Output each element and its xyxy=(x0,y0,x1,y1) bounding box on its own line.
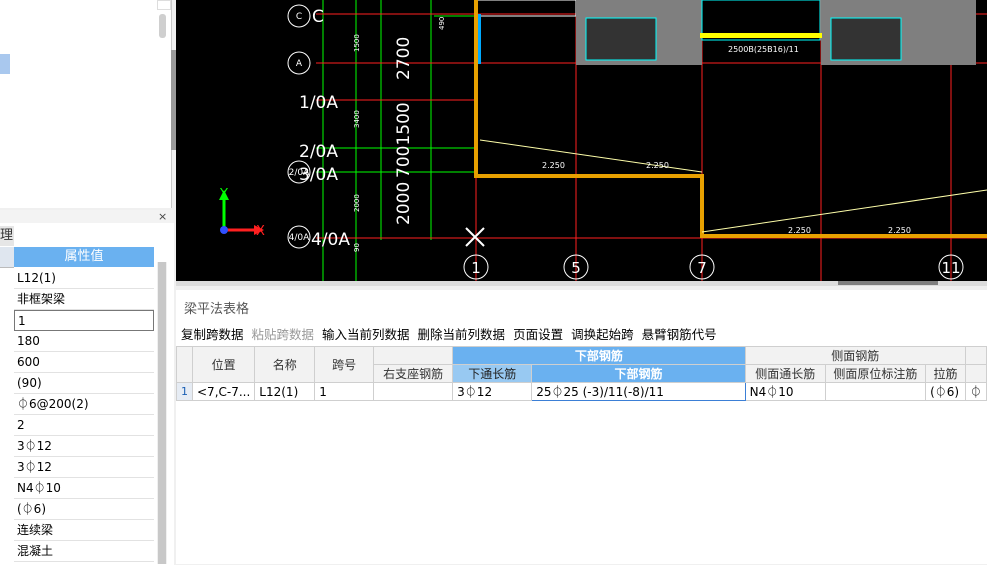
toolbar-button[interactable]: 输入当前列数据 xyxy=(322,324,410,342)
room-blocks xyxy=(475,0,976,65)
toolbar-button[interactable]: 粘贴跨数据 xyxy=(252,324,315,342)
axis-number-label: 5 xyxy=(571,259,581,277)
beam-grid: 位置 名称 跨号 下部钢筋 侧面钢筋 右支座钢筋 下通长筋 下部钢筋 侧面通长筋… xyxy=(176,346,987,404)
col-group-bottom-rebar[interactable]: 下部钢筋 xyxy=(452,346,746,365)
props-value-column-header: 属性值 xyxy=(14,247,154,267)
col-header-bottom-through[interactable]: 下通长筋 xyxy=(452,364,533,383)
cell-bottom-through[interactable]: 3⏀12 xyxy=(452,382,533,401)
ucs-y-label: Y xyxy=(219,187,228,202)
property-value-row[interactable]: 连续梁 xyxy=(14,520,154,541)
col-header-blank xyxy=(964,364,987,383)
rebar-label: 2.250 xyxy=(788,226,811,235)
col-header-bottom-rebar[interactable]: 下部钢筋 xyxy=(531,364,746,383)
props-name-column-header xyxy=(0,247,14,268)
dimension-small-label: 490 xyxy=(438,17,446,30)
col-group-side-rebar[interactable]: 侧面钢筋 xyxy=(744,346,966,365)
property-value-row[interactable]: 3⏀12 xyxy=(14,436,154,457)
beam-label: 2500B(25B16)/11 xyxy=(728,45,799,54)
cell-extra[interactable]: ⏀ xyxy=(964,382,987,401)
property-value-row[interactable]: 180 xyxy=(14,331,154,352)
table-toolbar: 复制跨数据 粘贴跨数据 输入当前列数据 删除当前列数据 页面设置 调换起始跨 悬臂钢筋代号 xyxy=(181,324,717,342)
cell-position[interactable]: <7,C-7... xyxy=(191,382,256,401)
axis-letter-circles xyxy=(287,4,311,249)
tab-management[interactable]: 理 xyxy=(0,226,14,246)
rebar-label: 2.250 xyxy=(542,161,565,170)
ucs-x-label: X xyxy=(256,224,265,239)
properties-panel-header xyxy=(0,210,174,223)
axis-number-label: 11 xyxy=(941,259,960,277)
axis-small-label: C xyxy=(296,12,302,22)
axis-small-label: 4/0A xyxy=(289,233,310,243)
tree-scroll-up[interactable] xyxy=(157,0,171,10)
axis-letter-label: 2/0A xyxy=(299,142,338,162)
tree-scrollbar[interactable] xyxy=(159,14,166,38)
slab-lines xyxy=(479,139,987,233)
property-value-row[interactable]: ⏀6@200(2) xyxy=(14,394,154,415)
rebar-label: 2.250 xyxy=(888,226,911,235)
toolbar-button[interactable]: 悬臂钢筋代号 xyxy=(642,324,717,342)
col-header-blank xyxy=(373,346,454,365)
dimension-label: 2000 xyxy=(394,182,414,225)
cad-svg: 1 5 7 11 C A 2/0A 4/0A C 1/0A 2/0A 3/0A … xyxy=(219,0,987,281)
tree-selected-item[interactable] xyxy=(0,54,10,74)
toolbar-button[interactable]: 页面设置 xyxy=(513,324,563,342)
property-value-row[interactable]: 1 xyxy=(14,310,154,331)
cad-drawing-canvas[interactable]: 1 5 7 11 C A 2/0A 4/0A C 1/0A 2/0A 3/0A … xyxy=(176,0,987,281)
axis-letter-label: 4/0A xyxy=(311,230,350,250)
col-header-blank xyxy=(964,346,987,365)
axis-number-label: 7 xyxy=(697,259,707,277)
col-header-position[interactable]: 位置 xyxy=(191,346,256,383)
property-value-row[interactable]: (90) xyxy=(14,373,154,394)
dimension-small-label: 1500 xyxy=(353,34,361,52)
col-header-name[interactable]: 名称 xyxy=(254,346,316,383)
property-value-row[interactable]: 600 xyxy=(14,352,154,373)
row-number[interactable]: 1 xyxy=(176,382,193,401)
corner-cell xyxy=(176,346,193,383)
cell-name[interactable]: L12(1) xyxy=(254,382,316,401)
dimension-label: 2700 xyxy=(394,37,414,80)
col-header-right-seat[interactable]: 右支座钢筋 xyxy=(373,364,454,383)
ucs-icon: Y X xyxy=(219,187,265,239)
property-value-row[interactable]: (⏀6) xyxy=(14,499,154,520)
close-icon[interactable]: × xyxy=(158,210,167,223)
dimension-small-label: 90 xyxy=(353,243,361,252)
toolbar-button[interactable]: 复制跨数据 xyxy=(181,324,244,342)
props-scroll-thumb[interactable] xyxy=(158,262,166,564)
col-header-span[interactable]: 跨号 xyxy=(314,346,375,383)
rebar-label: 2.250 xyxy=(646,161,669,170)
panel-title: 梁平法表格 xyxy=(184,302,250,317)
dimension-small-label: 3400 xyxy=(353,110,361,128)
axis-letter-label: 3/0A xyxy=(299,165,338,185)
col-header-tie[interactable]: 拉筋 xyxy=(925,364,966,383)
crosshair-cursor-icon xyxy=(465,227,485,247)
toolbar-button[interactable]: 删除当前列数据 xyxy=(418,324,506,342)
property-value-row[interactable]: 3⏀12 xyxy=(14,457,154,478)
property-value-row[interactable]: 非框架梁 xyxy=(14,289,154,310)
property-value-row[interactable]: 混凝土 xyxy=(14,541,154,562)
cell-right-seat[interactable] xyxy=(373,382,454,401)
col-header-side-through[interactable]: 侧面通长筋 xyxy=(744,364,826,383)
dimension-small-label: 2000 xyxy=(353,194,361,212)
axis-small-label: A xyxy=(296,59,303,69)
axis-number-circles xyxy=(463,254,964,280)
property-value-row[interactable]: N4⏀10 xyxy=(14,478,154,499)
cad-scroll-thumb[interactable] xyxy=(838,281,938,285)
property-value-row[interactable]: 2 xyxy=(14,415,154,436)
col-header-side-orig[interactable]: 侧面原位标注筋 xyxy=(824,364,927,383)
property-value-row[interactable]: L12(1) xyxy=(14,268,154,289)
cell-side-orig[interactable] xyxy=(824,382,927,401)
cell-span[interactable]: 1 xyxy=(314,382,375,401)
toolbar-button[interactable]: 调换起始跨 xyxy=(571,324,634,342)
dimension-label: 7001500 xyxy=(394,102,414,178)
project-tree-panel xyxy=(0,0,172,208)
cell-bottom-rebar-editing[interactable]: 25⏀25 (-3)/11(-8)/11 xyxy=(531,382,746,401)
axis-letter-label: C xyxy=(312,7,324,27)
cell-tie[interactable]: (⏀6) xyxy=(925,382,966,401)
cell-side-through[interactable]: N4⏀10 xyxy=(744,382,826,401)
table-row: 1 <7,C-7... L12(1) 1 3⏀12 25⏀25 (-3)/11(… xyxy=(176,382,987,401)
axis-number-label: 1 xyxy=(471,259,481,277)
axis-letter-label: 1/0A xyxy=(299,93,338,113)
